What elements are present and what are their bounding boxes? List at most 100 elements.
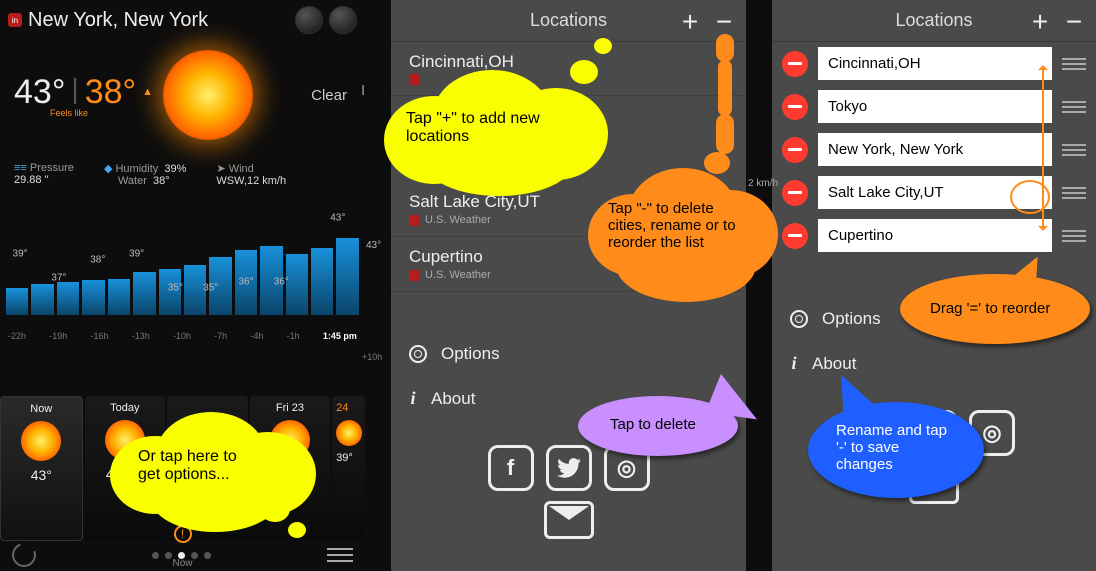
gear-icon	[409, 345, 427, 363]
chart-point-label: 36°	[274, 277, 289, 288]
wind-value: WSW,12 km/h	[216, 175, 286, 187]
delete-location-button[interactable]	[782, 137, 808, 163]
reorder-grip-icon[interactable]	[1062, 144, 1086, 156]
location-source: U.S. Weather	[425, 214, 491, 226]
info-icon: i	[790, 353, 798, 374]
chart-point-label: 39°	[13, 249, 28, 260]
chart-point-label: 38°	[90, 254, 105, 265]
callout-text: Drag '=' to reorder	[930, 300, 1050, 317]
pressure-value: 29.88 "	[14, 174, 74, 186]
x-tick: -7h	[214, 331, 227, 341]
twitter-button[interactable]	[546, 445, 592, 491]
reorder-grip-icon[interactable]	[1062, 58, 1086, 70]
location-name-input[interactable]	[818, 47, 1052, 80]
chart-point-label: 35°	[203, 282, 218, 293]
facebook-button[interactable]: f	[488, 445, 534, 491]
chart-point-label: 39°	[129, 249, 144, 260]
callout-drag-reorder: Drag '=' to reorder	[900, 274, 1090, 344]
locations-header: Locations + −	[391, 0, 746, 42]
menu-button[interactable]	[327, 548, 353, 562]
refresh-button[interactable]	[8, 539, 40, 571]
sun-icon	[21, 421, 61, 461]
locations-title: Locations	[895, 10, 972, 31]
clock-button[interactable]	[329, 6, 357, 34]
callout-text: Tap "-" to delete cities, rename or to r…	[608, 200, 736, 251]
add-location-button[interactable]: +	[1024, 6, 1056, 38]
about-label: About	[812, 354, 856, 374]
wind-label: Wind	[229, 163, 254, 175]
provider-badge-icon	[409, 270, 420, 281]
gear-icon	[790, 310, 808, 328]
options-row[interactable]: Options	[391, 332, 746, 376]
options-label: Options	[822, 309, 881, 329]
callout-text: Rename and tap '-' to save changes	[836, 422, 947, 473]
options-label: Options	[441, 344, 500, 364]
radar-button[interactable]	[295, 6, 323, 34]
x-tick: -16h	[90, 331, 108, 341]
reorder-grip-icon[interactable]	[1062, 101, 1086, 113]
trend-caret-icon: ▲	[142, 86, 153, 98]
now-footer-label: Now	[172, 558, 192, 569]
location-edit-row	[772, 128, 1096, 171]
reorder-grip-icon[interactable]	[1062, 187, 1086, 199]
callout-tap-delete: Tap to delete	[578, 396, 738, 456]
x-tick-current: 1:45 pm	[323, 331, 357, 341]
x-tick: -10h	[173, 331, 191, 341]
chart-point-label: 43°	[330, 212, 345, 223]
forecast-day-peek[interactable]: 24 39°	[332, 396, 365, 541]
callout-text: Tap to delete	[610, 416, 696, 433]
delete-location-button[interactable]	[782, 94, 808, 120]
about-row[interactable]: i About	[772, 341, 1096, 386]
sun-icon	[336, 420, 362, 446]
reorder-highlight-ring	[1010, 180, 1050, 214]
x-tick: -19h	[49, 331, 67, 341]
chart-x-axis: -22h -19h -16h -13h -10h -7h -4h -1h 1:4…	[6, 331, 359, 341]
x-tick: -13h	[132, 331, 150, 341]
chart-peek-temp: 43°	[366, 240, 381, 251]
delete-location-button[interactable]	[782, 223, 808, 249]
delete-location-button[interactable]	[782, 180, 808, 206]
x-tick: -1h	[287, 331, 300, 341]
callout-tap-options: Or tap here to get options...	[110, 412, 310, 532]
location-name-input[interactable]	[818, 133, 1052, 166]
callout-tap-plus: Tap "+" to add new locations	[384, 66, 614, 196]
locations-title: Locations	[530, 10, 607, 31]
chart-point-label: 37°	[51, 273, 66, 284]
humidity-value: 39%	[164, 163, 186, 175]
provider-badge-icon	[409, 215, 420, 226]
delete-location-button[interactable]	[782, 51, 808, 77]
chart-point-label: 35°	[168, 282, 183, 293]
day-label: Now	[30, 403, 52, 415]
condition-text: Clear	[311, 87, 347, 104]
add-location-button[interactable]: +	[674, 6, 706, 38]
location-source: U.S. Weather	[425, 269, 491, 281]
pressure-label: Pressure	[30, 162, 74, 174]
temperature-actual: 43°	[14, 73, 65, 112]
chart-point-label: 36°	[238, 277, 253, 288]
chart-peek-x: +10h	[362, 352, 382, 362]
day-label: 24	[336, 402, 348, 414]
day-hi: 43°	[31, 467, 52, 483]
provider-badge-icon: in	[8, 13, 22, 27]
humidity-label: Humidity	[115, 163, 158, 175]
done-edit-button[interactable]: −	[1058, 6, 1090, 38]
reorder-grip-icon[interactable]	[1062, 230, 1086, 242]
sun-icon	[163, 50, 253, 140]
location-name-input[interactable]	[818, 90, 1052, 123]
temperature-feels-like: 38°	[85, 73, 136, 112]
x-tick: -4h	[250, 331, 263, 341]
callout-tap-minus: Tap "-" to delete cities, rename or to r…	[588, 158, 778, 308]
hourly-chart[interactable]: 39° 37° 38° 39° 35° 35° 36° 36° 43° -22h…	[6, 201, 359, 341]
location-name-input[interactable]	[818, 219, 1052, 252]
x-tick: -22h	[8, 331, 26, 341]
city-name: New York, New York	[28, 9, 208, 32]
location-edit-row	[772, 85, 1096, 128]
metrics-row: ≡≡ Pressure 29.88 " ◆ Humidity 39% Water…	[0, 140, 365, 195]
email-button[interactable]	[544, 501, 594, 539]
locations-header: Locations + −	[772, 0, 1096, 42]
temp-divider: |	[71, 73, 78, 105]
forecast-day-now[interactable]: Now 43°	[0, 396, 83, 541]
callout-text: Or tap here to get options...	[138, 448, 237, 484]
about-label: About	[431, 389, 475, 409]
water-value: 38°	[153, 175, 170, 187]
